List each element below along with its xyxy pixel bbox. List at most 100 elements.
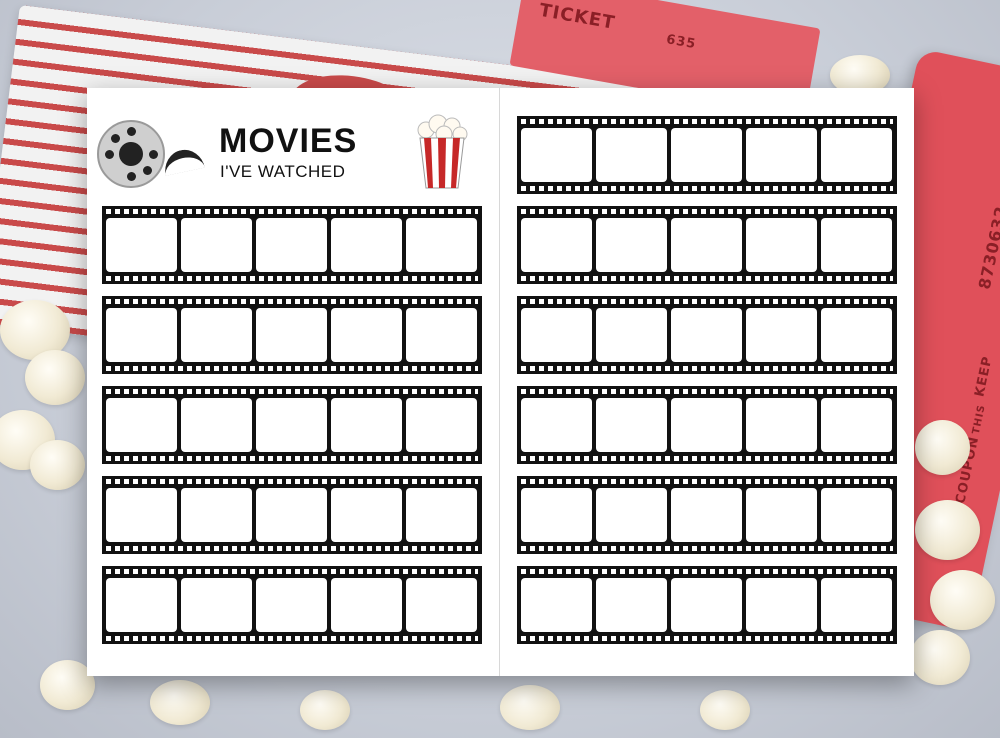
movie-frame-box[interactable] xyxy=(181,308,252,362)
movie-frame-box[interactable] xyxy=(331,398,402,452)
movie-frame-box[interactable] xyxy=(671,578,742,632)
movie-frame-box[interactable] xyxy=(746,218,817,272)
movie-frame-box[interactable] xyxy=(746,398,817,452)
movie-frame-box[interactable] xyxy=(106,488,177,542)
movie-frame-box[interactable] xyxy=(106,578,177,632)
movie-frame-box[interactable] xyxy=(181,398,252,452)
film-strip-right-4 xyxy=(517,386,897,464)
movie-frame-box[interactable] xyxy=(521,308,592,362)
film-perforations xyxy=(521,276,893,281)
film-perforations xyxy=(106,546,478,551)
film-perforations xyxy=(521,366,893,371)
movie-frame-box[interactable] xyxy=(331,218,402,272)
film-perforations xyxy=(521,636,893,641)
film-strip-right-5 xyxy=(517,476,897,554)
popcorn-bucket-icon xyxy=(417,114,468,189)
movie-frame-box[interactable] xyxy=(746,308,817,362)
popcorn-piece xyxy=(25,350,85,405)
film-strip-left-2 xyxy=(102,296,482,374)
film-reel-hole xyxy=(111,134,120,143)
page-title: MOVIES xyxy=(219,122,358,160)
film-reel-hole xyxy=(127,127,136,136)
film-reel-hole xyxy=(149,150,158,159)
movie-frame-box[interactable] xyxy=(256,398,327,452)
movie-frame-box[interactable] xyxy=(746,128,817,182)
movie-frame-box[interactable] xyxy=(181,218,252,272)
movie-frame-box[interactable] xyxy=(331,308,402,362)
movie-frame-box[interactable] xyxy=(821,128,892,182)
coupon-text-keep: KEEP xyxy=(972,354,996,399)
film-perforations xyxy=(521,569,893,574)
movie-frame-box[interactable] xyxy=(596,578,667,632)
film-perforations xyxy=(106,636,478,641)
movie-frame-box[interactable] xyxy=(256,308,327,362)
film-perforations xyxy=(521,389,893,394)
movie-frame-box[interactable] xyxy=(821,398,892,452)
film-perforations xyxy=(521,479,893,484)
popcorn-piece xyxy=(500,685,560,730)
movie-frame-box[interactable] xyxy=(106,308,177,362)
film-strip-right-3 xyxy=(517,296,897,374)
movie-frame-box[interactable] xyxy=(821,488,892,542)
movie-frame-box[interactable] xyxy=(331,578,402,632)
movie-frame-box[interactable] xyxy=(671,488,742,542)
movie-frame-box[interactable] xyxy=(256,488,327,542)
movie-frame-box[interactable] xyxy=(671,308,742,362)
movie-frame-box[interactable] xyxy=(406,488,477,542)
movie-frame-box[interactable] xyxy=(746,578,817,632)
film-perforations xyxy=(106,366,478,371)
movie-frame-box[interactable] xyxy=(406,578,477,632)
movie-frame-box[interactable] xyxy=(406,398,477,452)
film-strip-right-1 xyxy=(517,116,897,194)
movie-frame-box[interactable] xyxy=(406,308,477,362)
movie-frame-box[interactable] xyxy=(671,128,742,182)
popcorn-piece xyxy=(930,570,995,630)
movie-frame-box[interactable] xyxy=(596,308,667,362)
movie-frame-box[interactable] xyxy=(746,488,817,542)
popcorn-piece xyxy=(300,690,350,730)
popcorn-piece xyxy=(910,630,970,685)
movie-frame-box[interactable] xyxy=(256,578,327,632)
film-perforations xyxy=(106,209,478,214)
movie-frame-box[interactable] xyxy=(256,218,327,272)
film-reel-icon xyxy=(97,120,165,188)
movie-frame-box[interactable] xyxy=(671,218,742,272)
movie-frame-box[interactable] xyxy=(821,218,892,272)
page-divider xyxy=(499,88,500,676)
movie-frame-box[interactable] xyxy=(331,488,402,542)
film-perforations xyxy=(106,569,478,574)
planner-header: MOVIES I'VE WATCHED xyxy=(97,112,477,192)
film-perforations xyxy=(106,276,478,281)
ticket-word: TICKET xyxy=(537,0,617,34)
movie-frame-box[interactable] xyxy=(181,488,252,542)
popcorn-piece xyxy=(700,690,750,730)
planner-sheet: MOVIES I'VE WATCHED xyxy=(87,88,914,676)
movie-frame-box[interactable] xyxy=(521,488,592,542)
popcorn-piece xyxy=(150,680,210,725)
movie-frame-box[interactable] xyxy=(596,398,667,452)
movie-frame-box[interactable] xyxy=(406,218,477,272)
movie-frame-box[interactable] xyxy=(671,398,742,452)
film-strip-right-6 xyxy=(517,566,897,644)
film-reel-hole xyxy=(127,172,136,181)
movie-frame-box[interactable] xyxy=(521,128,592,182)
page-subtitle: I'VE WATCHED xyxy=(220,162,346,181)
movie-frame-box[interactable] xyxy=(821,578,892,632)
coupon-text-this: THIS xyxy=(970,403,988,436)
movie-frame-box[interactable] xyxy=(181,578,252,632)
movie-frame-box[interactable] xyxy=(821,308,892,362)
film-perforations xyxy=(106,479,478,484)
film-perforations xyxy=(521,186,893,191)
movie-frame-box[interactable] xyxy=(521,218,592,272)
movie-frame-box[interactable] xyxy=(106,398,177,452)
movie-frame-box[interactable] xyxy=(596,218,667,272)
film-strip-left-4 xyxy=(102,476,482,554)
movie-frame-box[interactable] xyxy=(521,398,592,452)
movie-frame-box[interactable] xyxy=(106,218,177,272)
movie-frame-box[interactable] xyxy=(596,488,667,542)
film-strip-left-3 xyxy=(102,386,482,464)
film-perforations xyxy=(106,299,478,304)
movie-frame-box[interactable] xyxy=(521,578,592,632)
movie-frame-box[interactable] xyxy=(596,128,667,182)
ticket-number: 8730632 xyxy=(974,203,1000,291)
